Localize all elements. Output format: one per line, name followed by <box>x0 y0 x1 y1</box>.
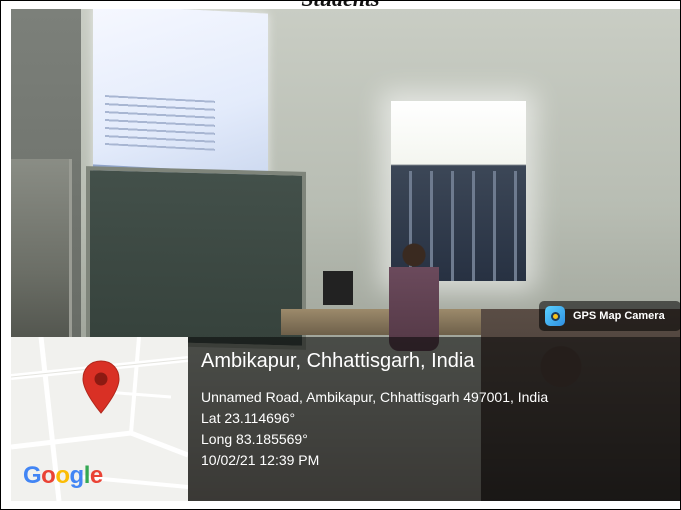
gps-map-camera-tag: GPS Map Camera <box>539 301 680 331</box>
timestamp: 10/02/21 12:39 PM <box>201 452 320 468</box>
google-logo: Google <box>23 462 103 489</box>
teacher <box>389 241 439 351</box>
photo-frame: Students GPS Map Camera <box>0 0 681 510</box>
location-pin-icon <box>82 360 120 414</box>
map-thumbnail: Google <box>11 337 188 501</box>
projector-screen <box>93 9 268 192</box>
location-info-bar: Google Ambikapur, Chhattisgarh, India Un… <box>11 337 680 501</box>
address-line: Unnamed Road, Ambikapur, Chhattisgarh 49… <box>201 389 549 405</box>
camera-tag-label: GPS Map Camera <box>573 310 665 322</box>
longitude: Long 83.185569° <box>201 431 308 447</box>
latitude: Lat 23.114696° <box>201 410 296 426</box>
door <box>11 159 72 349</box>
blackboard <box>86 166 306 350</box>
speaker <box>323 271 353 305</box>
location-details: Ambikapur, Chhattisgarh, India Unnamed R… <box>201 349 548 471</box>
gps-map-camera-icon <box>545 306 565 326</box>
place-title: Ambikapur, Chhattisgarh, India <box>201 350 475 372</box>
